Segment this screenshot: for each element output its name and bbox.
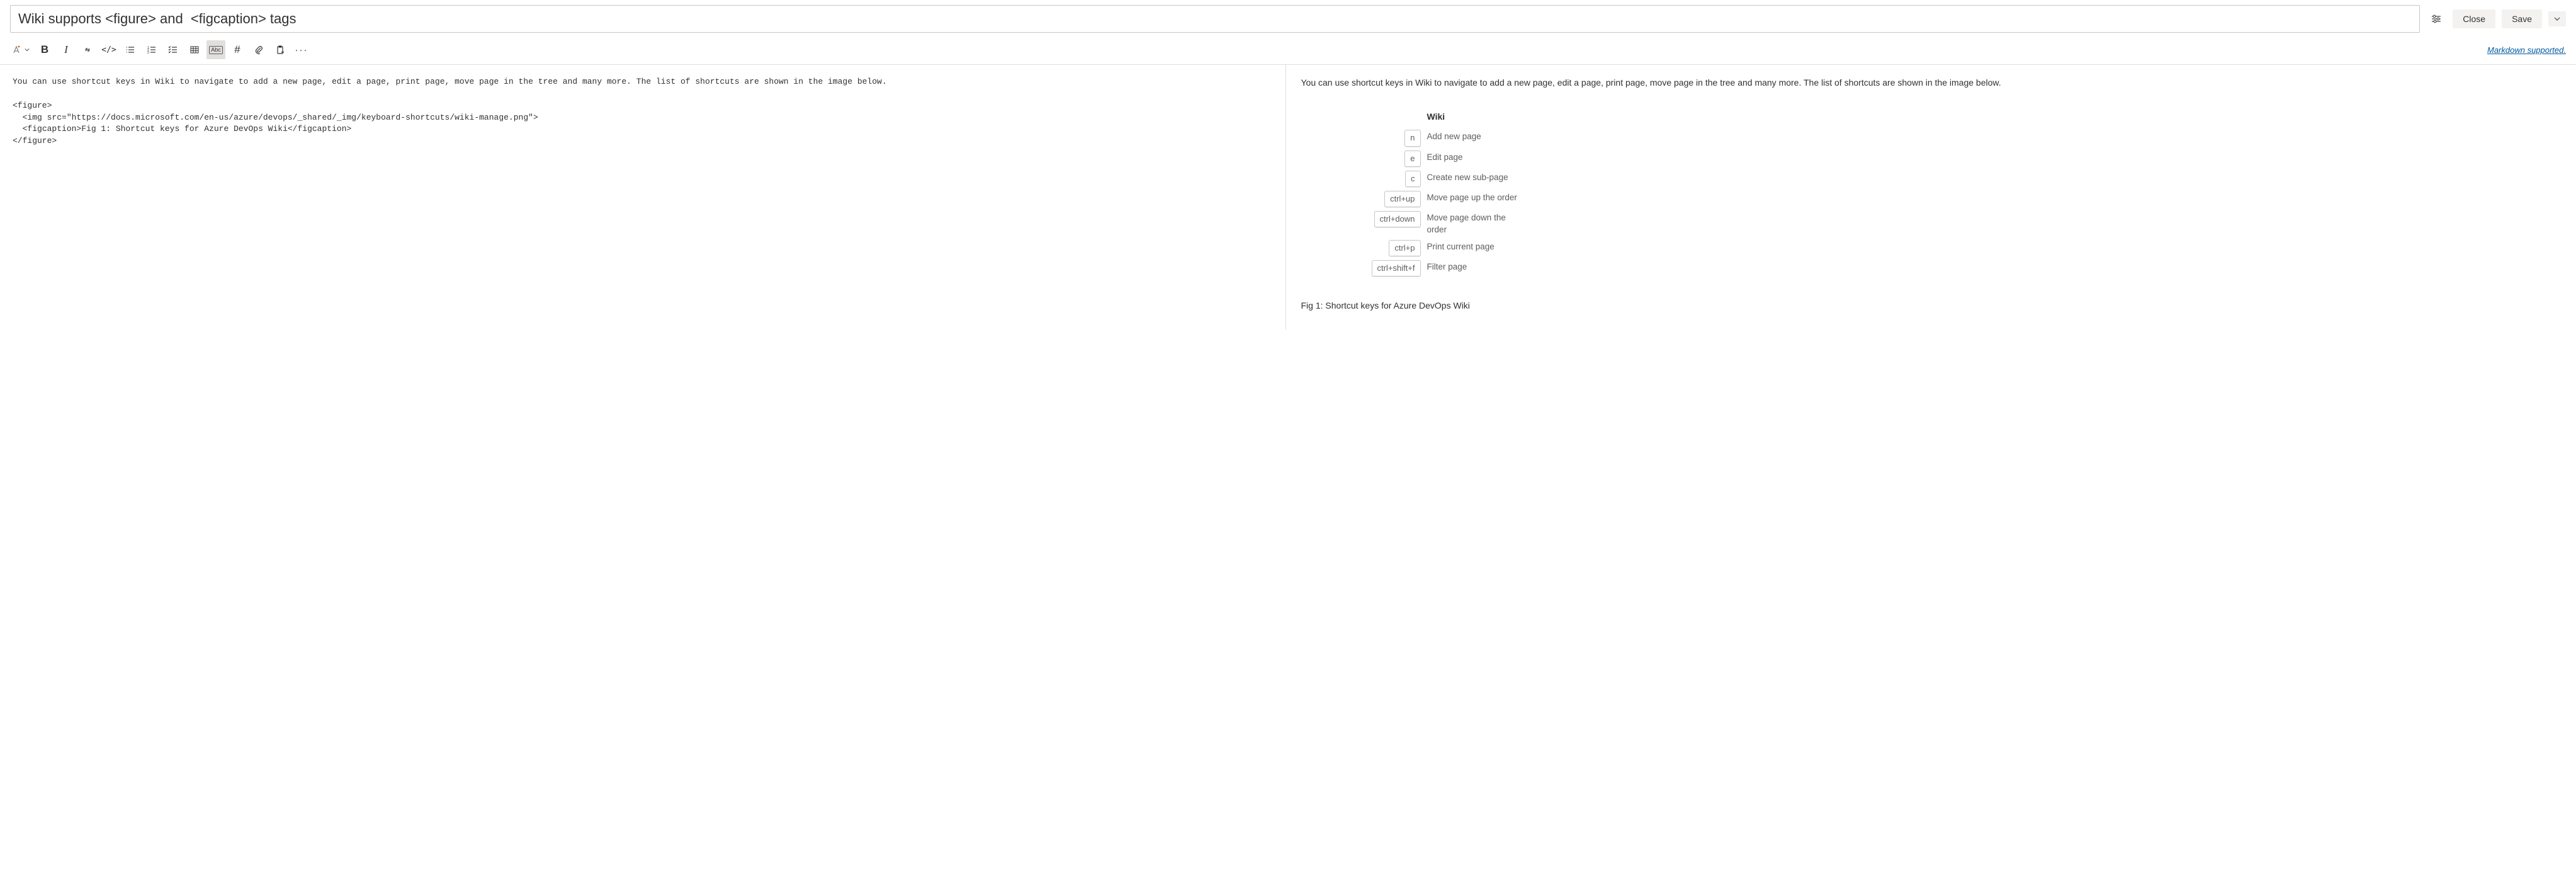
paperclip-icon [254,45,264,55]
header-bar: Close Save [0,0,2576,38]
close-button[interactable]: Close [2453,9,2495,28]
link-button[interactable] [78,40,97,59]
mention-icon: Abc [209,46,223,54]
toolbar-row: B I </> [0,38,2576,65]
preview-paragraph: You can use shortcut keys in Wiki to nav… [1301,76,2562,90]
text-format-icon [11,45,21,55]
shortcut-row: n Add new page [1339,130,1528,146]
shortcut-key-cell: c [1339,171,1427,187]
shortcut-key-cell: ctrl+p [1339,240,1427,256]
svg-text:3: 3 [147,51,149,55]
shortcut-row: e Edit page [1339,151,1528,167]
checklist-icon [168,45,178,55]
work-item-button[interactable] [271,40,290,59]
shortcut-desc: Print current page [1427,240,1528,253]
bulleted-list-button[interactable] [121,40,140,59]
shortcut-desc: Move page up the order [1427,191,1528,204]
checklist-button[interactable] [164,40,183,59]
format-toolbar: B I </> [10,40,311,59]
shortcuts-figure: Wiki n Add new page e Edit page c Create new … [1339,105,1528,280]
figcaption: Fig 1: Shortcut keys for Azure DevOps Wi… [1301,299,2562,313]
shortcut-key: ctrl+down [1374,211,1421,227]
editor-area: You can use shortcut keys in Wiki to nav… [0,65,2576,329]
shortcuts-heading: Wiki [1427,110,1528,124]
bulleted-list-icon [125,45,135,55]
shortcut-row: ctrl+shift+f Filter page [1339,260,1528,276]
numbered-list-button[interactable]: 1 2 3 [142,40,161,59]
shortcut-key: ctrl+up [1384,191,1420,207]
source-pane[interactable]: You can use shortcut keys in Wiki to nav… [0,65,1286,329]
shortcut-desc: Filter page [1427,260,1528,273]
chevron-down-icon [2554,16,2560,22]
shortcut-key-cell: e [1339,151,1427,167]
chevron-down-icon [23,47,31,52]
bold-button[interactable]: B [35,40,54,59]
bold-icon: B [41,43,48,56]
shortcut-key: ctrl+shift+f [1372,260,1421,276]
shortcut-key-cell: ctrl+up [1339,191,1427,207]
shortcut-key: ctrl+p [1389,240,1420,256]
code-button[interactable]: </> [99,40,118,59]
shortcut-row: ctrl+down Move page down the order [1339,211,1528,236]
hash-button[interactable]: # [228,40,247,59]
settings-icon [2431,13,2442,25]
numbered-list-icon: 1 2 3 [147,45,157,55]
shortcut-desc: Add new page [1427,130,1528,143]
text-format-dropdown[interactable] [10,40,33,59]
more-icon: ··· [295,45,308,55]
attach-button[interactable] [249,40,268,59]
italic-icon: I [64,43,68,56]
clipboard-icon [275,45,285,55]
shortcut-row: ctrl+p Print current page [1339,240,1528,256]
shortcut-row: ctrl+up Move page up the order [1339,191,1528,207]
save-button[interactable]: Save [2502,9,2542,28]
code-icon: </> [101,45,116,55]
shortcut-row: c Create new sub-page [1339,171,1528,187]
hash-icon: # [234,43,240,56]
shortcut-desc: Edit page [1427,151,1528,164]
table-icon [189,45,200,55]
save-dropdown-button[interactable] [2548,11,2566,26]
shortcut-key: c [1405,171,1421,187]
table-button[interactable] [185,40,204,59]
shortcut-desc: Move page down the order [1427,211,1528,236]
preview-pane: You can use shortcut keys in Wiki to nav… [1286,65,2576,329]
link-icon [82,44,93,55]
shortcut-key: e [1404,151,1420,167]
mention-button[interactable]: Abc [206,40,225,59]
italic-button[interactable]: I [57,40,76,59]
shortcut-desc: Create new sub-page [1427,171,1528,184]
shortcut-key-cell: ctrl+down [1339,211,1427,227]
shortcut-key: n [1404,130,1420,146]
page-title-input[interactable] [10,5,2420,33]
markdown-supported-link[interactable]: Markdown supported. [2487,45,2566,55]
shortcut-key-cell: ctrl+shift+f [1339,260,1427,276]
more-button[interactable]: ··· [292,40,311,59]
settings-button[interactable] [2426,9,2446,29]
shortcut-key-cell: n [1339,130,1427,146]
